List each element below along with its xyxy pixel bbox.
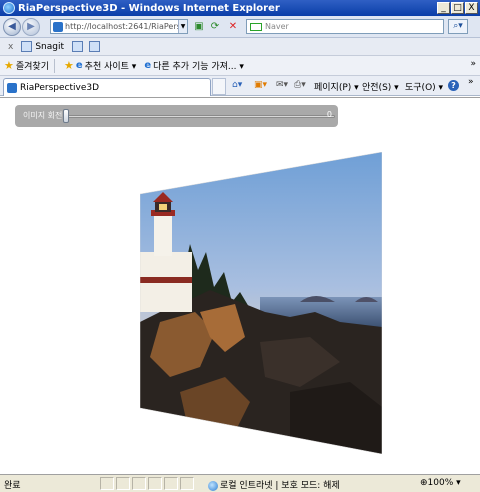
perspective-photo bbox=[140, 152, 382, 454]
snagit-window-icon[interactable] bbox=[72, 41, 84, 52]
command-overflow[interactable]: » bbox=[468, 77, 474, 87]
window-controls: _ □ X bbox=[437, 2, 478, 14]
status-bar: 완료 로컬 인트라넷 | 보호 모드: 해제 ⊕100% ▾ bbox=[0, 474, 480, 492]
slider-label: 이미지 회전 bbox=[23, 111, 63, 120]
minimize-button[interactable]: _ bbox=[437, 2, 450, 14]
favorites-bar: ★ 즐겨찾기 ★ e 추천 사이트 ▾ e 다른 추가 기능 가져... ▾ » bbox=[0, 56, 480, 76]
address-toolbar: ◀ ▶ http://localhost:2641/RiaPers ▼ ▣ ⟳ … bbox=[0, 16, 480, 38]
search-box[interactable]: Naver bbox=[246, 19, 444, 34]
tools-menu[interactable]: 도구(O) ▾ bbox=[405, 80, 443, 93]
new-tab-button[interactable] bbox=[212, 78, 226, 95]
tab-title: RiaPerspective3D bbox=[20, 82, 100, 93]
security-zone[interactable]: 로컬 인트라넷 | 보호 모드: 해제 bbox=[208, 478, 340, 491]
address-dropdown-icon[interactable]: ▼ bbox=[178, 20, 187, 33]
page-menu[interactable]: 페이지(P) ▾ bbox=[314, 80, 359, 93]
links-toolbar: x Snagit bbox=[0, 38, 480, 56]
favorites-star-icon: ★ bbox=[4, 59, 14, 72]
address-field[interactable]: http://localhost:2641/RiaPers ▼ bbox=[50, 19, 188, 34]
status-cells bbox=[100, 477, 194, 490]
print-icon[interactable]: ⎙▾ bbox=[294, 80, 306, 90]
snagit-button[interactable]: Snagit bbox=[21, 41, 64, 52]
page-content: 이미지 회전 0 bbox=[0, 97, 480, 474]
favorites-button[interactable]: 즐겨찾기 bbox=[16, 59, 49, 72]
mail-icon[interactable]: ✉▾ bbox=[276, 80, 288, 90]
status-text: 완료 bbox=[4, 481, 21, 491]
suggested-sites-icon: e bbox=[75, 60, 83, 71]
add-favorite-icon[interactable]: ★ bbox=[64, 59, 74, 72]
tab-command-bar: RiaPerspective3D ⌂▾ ▣▾ ✉▾ ⎙▾ 페이지(P) ▾ 안전… bbox=[0, 76, 480, 96]
tab-riaperspective3d[interactable]: RiaPerspective3D bbox=[3, 78, 211, 96]
search-button[interactable]: ⌕▾ bbox=[448, 19, 468, 34]
ie-icon bbox=[3, 2, 15, 14]
slider-thumb[interactable] bbox=[63, 109, 69, 123]
search-engine-icon bbox=[250, 22, 262, 31]
home-icon[interactable]: ⌂▾ bbox=[232, 80, 242, 90]
stop-icon[interactable]: ✕ bbox=[226, 20, 240, 34]
zoom-control[interactable]: ⊕100% ▾ bbox=[420, 478, 461, 488]
close-window-button[interactable]: X bbox=[465, 2, 478, 14]
maximize-button[interactable]: □ bbox=[451, 2, 464, 14]
address-url: http://localhost:2641/RiaPers bbox=[65, 22, 181, 31]
search-placeholder: Naver bbox=[265, 22, 289, 31]
get-more-addons-link[interactable]: 다른 추가 기능 가져... ▾ bbox=[153, 59, 244, 72]
forward-button[interactable]: ▶ bbox=[22, 17, 40, 36]
safety-menu[interactable]: 안전(S) ▾ bbox=[362, 80, 399, 93]
snagit-folder-icon[interactable] bbox=[89, 41, 101, 52]
back-button[interactable]: ◀ bbox=[3, 17, 21, 36]
toolbar-close-icon[interactable]: x bbox=[8, 42, 13, 52]
tab-page-icon bbox=[7, 82, 17, 93]
addons-icon: e bbox=[144, 60, 152, 71]
zoom-level: 100% bbox=[427, 478, 454, 488]
favorites-overflow[interactable]: » bbox=[470, 59, 476, 69]
feeds-icon[interactable]: ▣▾ bbox=[254, 80, 267, 90]
divider bbox=[54, 58, 55, 73]
window-titlebar: RiaPerspective3D - Windows Internet Expl… bbox=[0, 0, 480, 16]
snagit-label: Snagit bbox=[35, 41, 65, 52]
compatibility-icon[interactable]: ▣ bbox=[192, 20, 206, 34]
slider-value: 0 bbox=[326, 110, 332, 119]
help-icon[interactable]: ? bbox=[448, 80, 459, 91]
rotation-slider-panel: 이미지 회전 0 bbox=[15, 105, 338, 127]
refresh-icon[interactable]: ⟳ bbox=[208, 20, 222, 34]
window-title: RiaPerspective3D - Windows Internet Expl… bbox=[18, 2, 280, 14]
page-icon bbox=[53, 21, 63, 32]
snagit-icon bbox=[21, 41, 33, 52]
security-zone-label: 로컬 인트라넷 | 보호 모드: 해제 bbox=[220, 481, 340, 491]
suggested-sites-link[interactable]: 추천 사이트 ▾ bbox=[85, 59, 137, 72]
slider-track[interactable] bbox=[65, 115, 335, 118]
globe-icon bbox=[208, 480, 218, 491]
